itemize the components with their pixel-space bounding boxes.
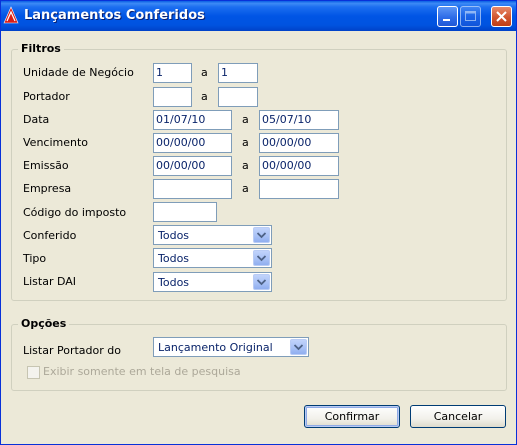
- vencimento-to-input[interactable]: 00/00/00: [259, 133, 339, 153]
- listar-dai-select-value: Todos: [158, 276, 190, 289]
- dialog-window: Lançamentos Conferidos Filtros Unidade d…: [0, 0, 517, 445]
- chevron-down-icon[interactable]: [253, 274, 270, 290]
- unidade-negocio-sep: a: [201, 66, 208, 79]
- chevron-down-icon[interactable]: [253, 227, 270, 243]
- title-bar[interactable]: Lançamentos Conferidos: [1, 1, 516, 31]
- filtros-group-title: Filtros: [18, 42, 64, 55]
- data-label: Data: [23, 113, 50, 126]
- portador-label: Portador: [23, 90, 70, 103]
- window-title: Lançamentos Conferidos: [24, 8, 205, 23]
- unidade-negocio-label: Unidade de Negócio: [23, 66, 134, 79]
- vencimento-from-input[interactable]: 00/00/00: [153, 133, 232, 153]
- listar-dai-label: Listar DAI: [23, 275, 77, 288]
- data-sep: a: [242, 113, 249, 126]
- codigo-imposto-label: Código do imposto: [23, 206, 127, 219]
- empresa-to-input[interactable]: [259, 179, 339, 199]
- cancelar-button[interactable]: Cancelar: [410, 405, 506, 428]
- chevron-down-icon[interactable]: [290, 339, 307, 355]
- exibir-tela-label: Exibir somente em tela de pesquisa: [43, 365, 241, 378]
- opcoes-group: Opções: [11, 317, 507, 391]
- data-from-input[interactable]: 01/07/10: [153, 110, 232, 130]
- minimize-button[interactable]: [437, 6, 458, 27]
- empresa-label: Empresa: [23, 182, 72, 195]
- vencimento-sep: a: [242, 136, 249, 149]
- listar-portador-label: Listar Portador do: [23, 344, 121, 357]
- chevron-down-icon[interactable]: [253, 250, 270, 266]
- portador-sep: a: [201, 90, 208, 103]
- vencimento-label: Vencimento: [23, 136, 89, 149]
- listar-portador-select-value: Lançamento Original: [158, 341, 273, 354]
- confirmar-button[interactable]: Confirmar: [304, 405, 400, 428]
- conferido-select-value: Todos: [158, 229, 190, 242]
- listar-portador-select[interactable]: Lançamento Original: [153, 337, 309, 357]
- portador-to-input[interactable]: [218, 87, 258, 107]
- maximize-button: [460, 6, 481, 27]
- portador-from-input[interactable]: [153, 87, 192, 107]
- close-button[interactable]: [491, 6, 512, 27]
- empresa-from-input[interactable]: [153, 179, 232, 199]
- listar-dai-select[interactable]: Todos: [153, 272, 272, 292]
- tipo-select-value: Todos: [158, 252, 190, 265]
- unidade-negocio-to-input[interactable]: 1: [218, 63, 258, 83]
- exibir-tela-checkbox: [27, 366, 40, 379]
- data-to-input[interactable]: 05/07/10: [259, 110, 339, 130]
- conferido-label: Conferido: [23, 229, 77, 242]
- emissao-to-input[interactable]: 00/00/00: [259, 156, 339, 176]
- tipo-label: Tipo: [23, 252, 47, 265]
- emissao-from-input[interactable]: 00/00/00: [153, 156, 232, 176]
- opcoes-group-title: Opções: [18, 317, 70, 330]
- empresa-sep: a: [242, 182, 249, 195]
- unidade-negocio-from-input[interactable]: 1: [153, 63, 192, 83]
- emissao-label: Emissão: [23, 159, 69, 172]
- emissao-sep: a: [242, 159, 249, 172]
- codigo-imposto-input[interactable]: [153, 202, 217, 222]
- conferido-select[interactable]: Todos: [153, 225, 272, 245]
- tipo-select[interactable]: Todos: [153, 248, 272, 268]
- app-logo-icon: [3, 6, 19, 24]
